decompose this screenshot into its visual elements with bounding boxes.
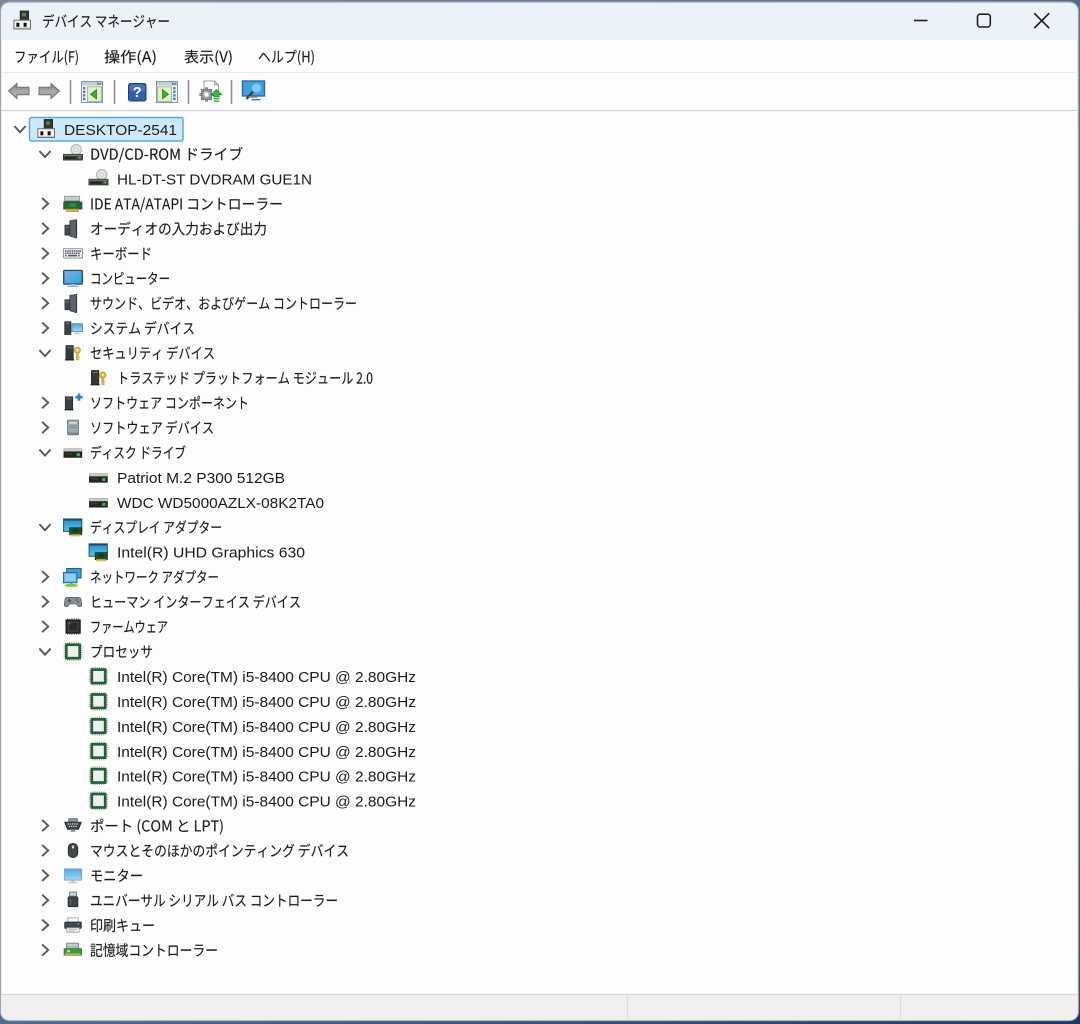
svg-text:Intel(R) UHD Graphics 630: Intel(R) UHD Graphics 630 <box>117 545 305 562</box>
svg-text:Intel(R) Core(TM) i5-8400 CPU: Intel(R) Core(TM) i5-8400 CPU @ 2.80GHz <box>117 669 416 686</box>
svg-text:Intel(R) Core(TM) i5-8400 CPU: Intel(R) Core(TM) i5-8400 CPU @ 2.80GHz <box>117 719 416 736</box>
svg-text:Intel(R) Core(TM) i5-8400 CPU: Intel(R) Core(TM) i5-8400 CPU @ 2.80GHz <box>117 794 416 811</box>
svg-text:Intel(R) Core(TM) i5-8400 CPU: Intel(R) Core(TM) i5-8400 CPU @ 2.80GHz <box>117 694 416 711</box>
svg-text:Intel(R) Core(TM) i5-8400 CPU: Intel(R) Core(TM) i5-8400 CPU @ 2.80GHz <box>117 744 416 761</box>
svg-text:HL-DT-ST DVDRAM GUE1N: HL-DT-ST DVDRAM GUE1N <box>117 172 312 189</box>
svg-text:DESKTOP-2541: DESKTOP-2541 <box>64 122 177 139</box>
svg-text:Intel(R) Core(TM) i5-8400 CPU: Intel(R) Core(TM) i5-8400 CPU @ 2.80GHz <box>117 769 416 786</box>
svg-text:Patriot M.2 P300 512GB: Patriot M.2 P300 512GB <box>117 470 285 487</box>
svg-text:WDC WD5000AZLX-08K2TA0: WDC WD5000AZLX-08K2TA0 <box>117 495 324 512</box>
